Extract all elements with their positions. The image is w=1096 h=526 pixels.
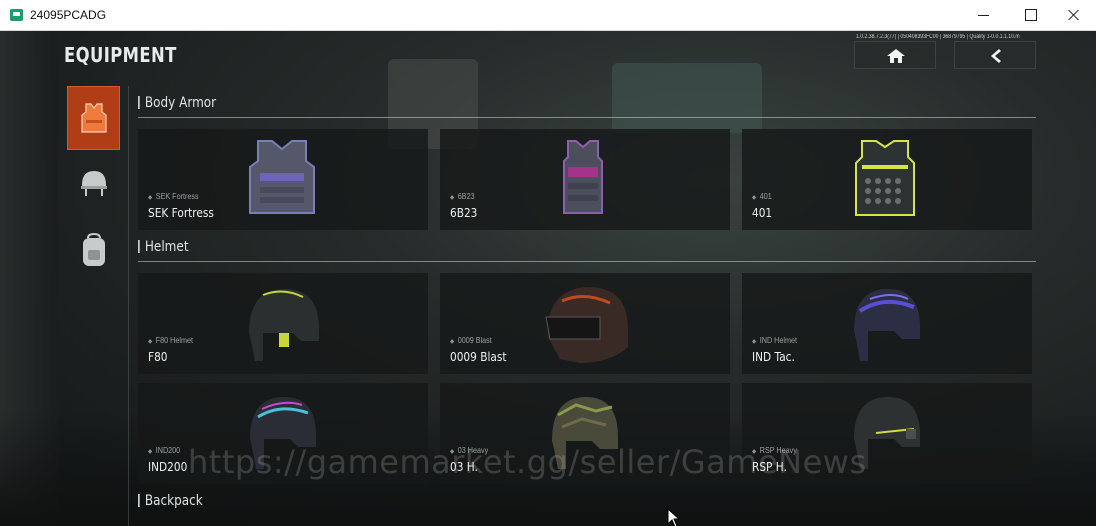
- app-icon: [10, 9, 23, 21]
- minimize-button[interactable]: [962, 0, 1006, 31]
- card-name: IND Tac.: [752, 350, 795, 364]
- card-name: SEK Fortress: [148, 206, 214, 220]
- card-subtitle: IND Helmet: [752, 336, 797, 345]
- home-icon: [887, 49, 905, 63]
- helmet-card-f80[interactable]: F80 Helmet F80: [138, 273, 428, 374]
- armor-card-6b23[interactable]: 6B23 6B23: [440, 129, 730, 230]
- category-tab-backpack[interactable]: [67, 218, 120, 282]
- card-name: 6B23: [450, 206, 478, 220]
- helmet-image: [854, 289, 920, 361]
- mouse-cursor-icon: [667, 508, 681, 526]
- card-name: F80: [148, 350, 168, 364]
- card-subtitle: 401: [752, 192, 772, 201]
- section-title-backpack: Backpack: [138, 493, 203, 509]
- armor-image: [855, 140, 915, 216]
- card-subtitle: F80 Helmet: [148, 336, 193, 345]
- card-name: IND200: [148, 460, 188, 474]
- vest-icon: [81, 103, 107, 133]
- back-button[interactable]: [954, 41, 1036, 69]
- maximize-button[interactable]: [1008, 0, 1052, 31]
- armor-card-401[interactable]: 401 401: [742, 129, 1032, 230]
- card-subtitle: 6B23: [450, 192, 475, 201]
- section-divider: [138, 117, 1036, 118]
- helmet-image: [545, 287, 628, 363]
- watermark-text: https://gamemarket.gg/seller/GameNews: [188, 443, 867, 481]
- section-divider: [138, 261, 1036, 262]
- helmet-icon: [81, 171, 107, 196]
- helmet-image: [249, 289, 319, 361]
- window-title: 24095PCADG: [30, 8, 107, 22]
- backpack-icon: [83, 233, 105, 266]
- rail-divider: [128, 86, 129, 526]
- armor-card-sek-fortress[interactable]: SEK Fortress SEK Fortress: [138, 129, 428, 230]
- home-button[interactable]: [854, 41, 936, 69]
- helmet-card-ind-tac[interactable]: IND Helmet IND Tac.: [742, 273, 1032, 374]
- close-button[interactable]: [1052, 0, 1096, 31]
- section-title-helmet: Helmet: [138, 239, 189, 255]
- card-subtitle: IND200: [148, 446, 180, 455]
- helmet-card-0009-blast[interactable]: 0009 Blast 0009 Blast: [440, 273, 730, 374]
- window-titlebar: 24095PCADG: [0, 0, 1096, 31]
- card-name: 401: [752, 206, 773, 220]
- card-subtitle: 0009 Blast: [450, 336, 492, 345]
- section-title-body-armor: Body Armor: [138, 95, 216, 111]
- back-chevron-icon: [991, 49, 1001, 63]
- card-subtitle: SEK Fortress: [148, 192, 199, 201]
- game-viewport: EQUIPMENT 1.0.2.38.7.2.3(77) | 050408393…: [0, 31, 1096, 526]
- category-tab-body-armor[interactable]: [67, 86, 120, 150]
- background-crate: [612, 63, 762, 133]
- armor-image: [249, 140, 315, 214]
- category-tab-helmet[interactable]: [67, 152, 120, 216]
- page-title: EQUIPMENT: [64, 43, 177, 67]
- armor-image: [563, 140, 603, 214]
- build-info: 1.0.2.38.7.2.3(77) | 050408393FC00 | 368…: [856, 34, 1020, 40]
- card-name: 0009 Blast: [450, 350, 507, 364]
